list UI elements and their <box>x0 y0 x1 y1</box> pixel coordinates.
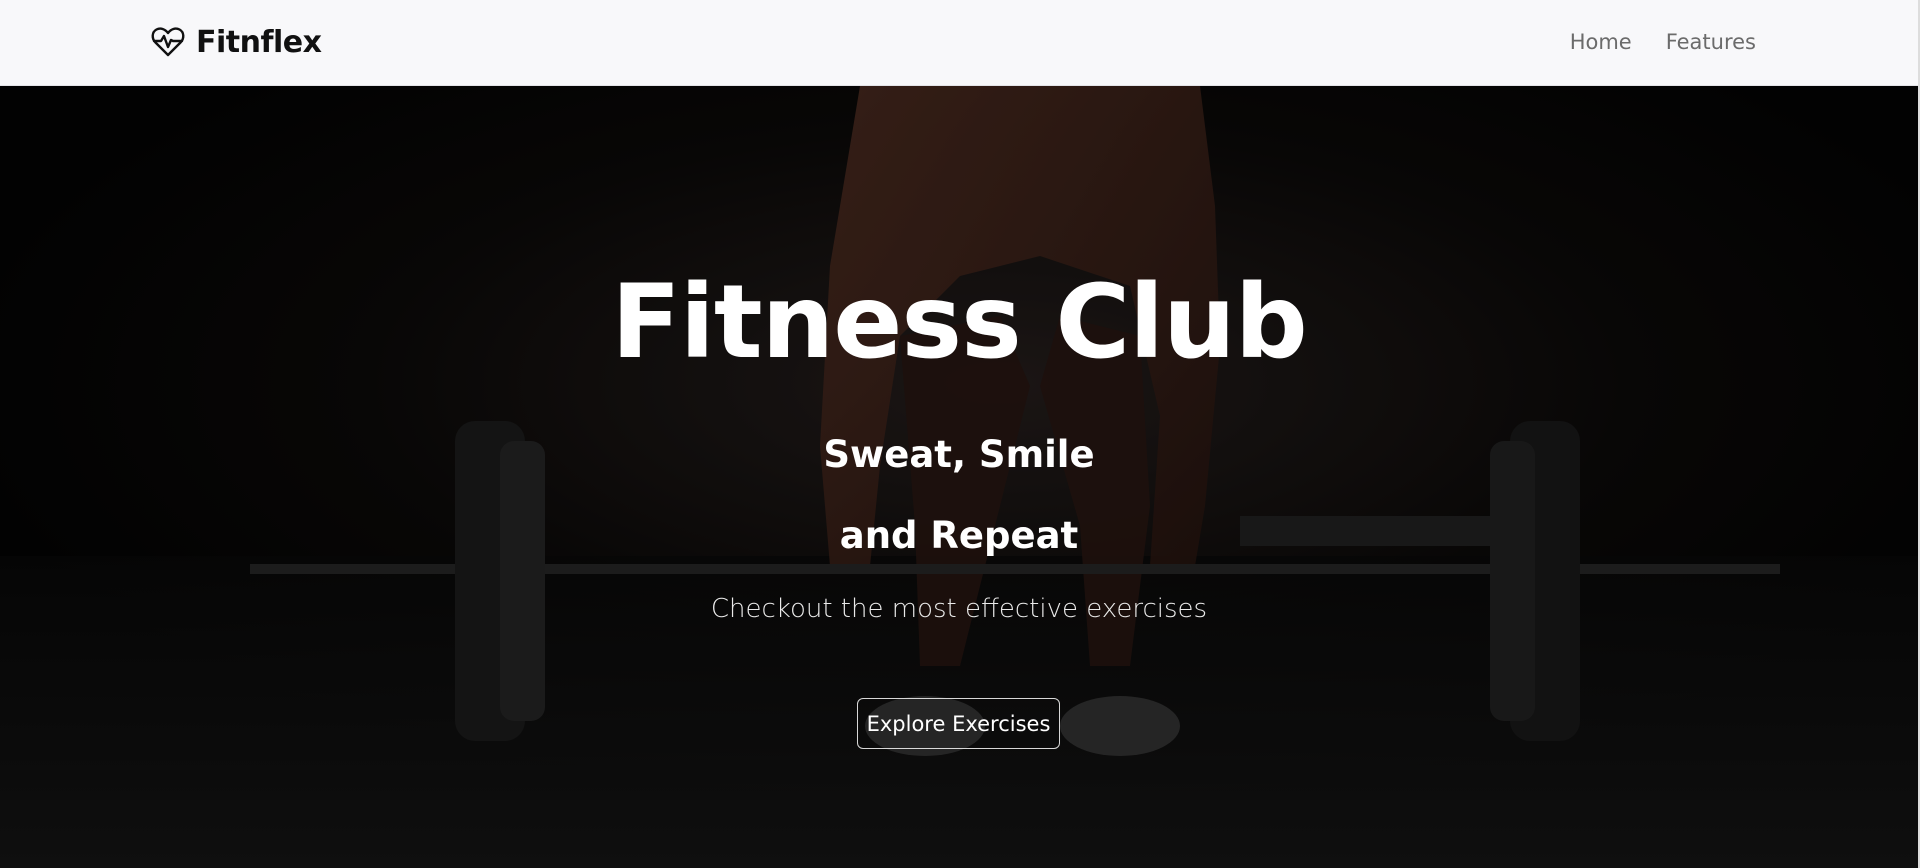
hero-content: Fitness Club Sweat, Smile and Repeat Che… <box>0 86 1918 868</box>
top-navbar: Fitnflex Home Features <box>0 0 1918 86</box>
hero-description: Checkout the most effective exercises <box>710 594 1208 624</box>
nav-link-features[interactable]: Features <box>1666 30 1756 54</box>
nav-link-home[interactable]: Home <box>1570 30 1632 54</box>
hero-subtitle-line2: and Repeat <box>839 514 1079 557</box>
heartbeat-icon <box>150 24 186 60</box>
explore-exercises-button[interactable]: Explore Exercises <box>857 698 1060 749</box>
brand-logo-link[interactable]: Fitnflex <box>150 24 322 60</box>
hero-subtitle-line1: Sweat, Smile <box>823 433 1095 476</box>
hero-section: Fitness Club Sweat, Smile and Repeat Che… <box>0 86 1918 868</box>
brand-name: Fitnflex <box>196 24 322 60</box>
hero-title: Fitness Club <box>611 263 1308 382</box>
nav-links: Home Features <box>1570 30 1756 54</box>
